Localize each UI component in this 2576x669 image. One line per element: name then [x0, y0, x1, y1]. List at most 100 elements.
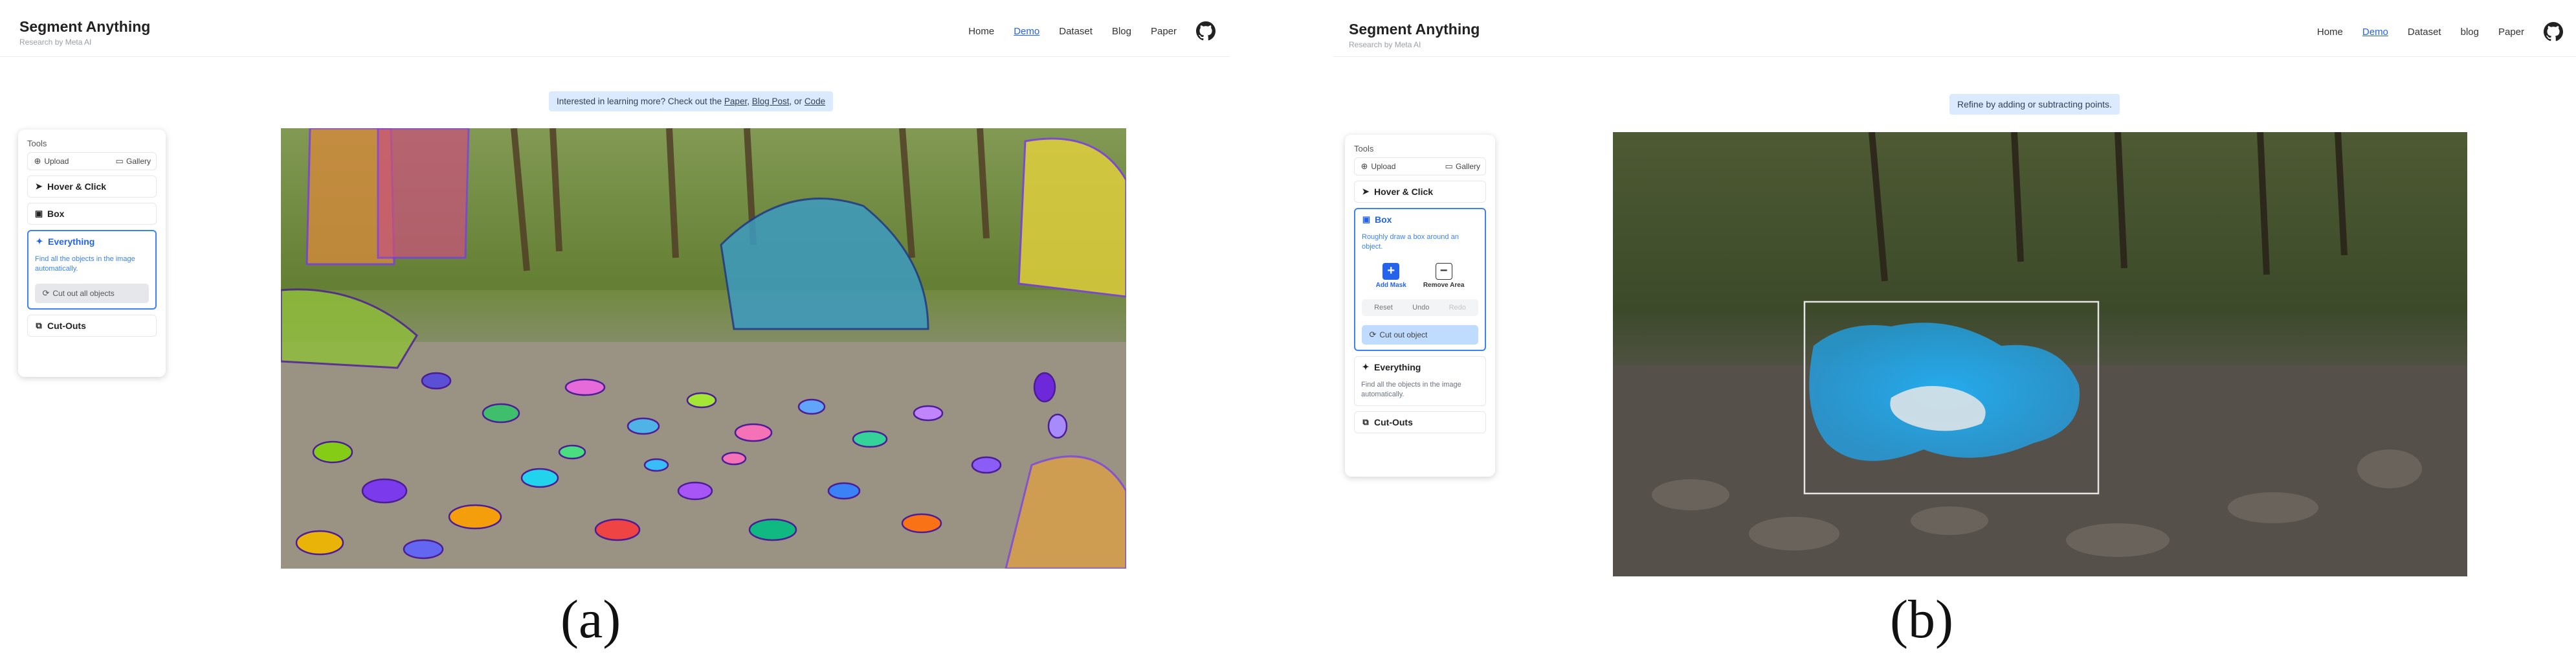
sparkle-icon: ✦ [36, 236, 43, 246]
cutouts-icon: ⧉ [1362, 416, 1369, 427]
nav-home[interactable]: Home [2317, 27, 2343, 38]
everything-description: Find all the objects in the image automa… [1361, 380, 1461, 399]
nav-paper[interactable]: Paper [2498, 27, 2524, 38]
hover-click-label: Hover & Click [1374, 187, 1434, 197]
box-label: Box [47, 209, 65, 219]
brand-title: Segment Anything [19, 18, 151, 35]
paper-link[interactable]: Paper [724, 96, 747, 106]
add-mask-label: Add Mask [1375, 281, 1406, 289]
gallery-icon: ▭ [1445, 161, 1453, 171]
upload-label: Upload [1371, 162, 1396, 171]
top-nav: Segment Anything Research by Meta AI Hom… [1333, 0, 2576, 57]
hover-click-tool[interactable]: ➤ Hover & Click [1354, 181, 1486, 203]
tools-panel: Tools ⊕ Upload ▭ Gallery ➤ Hover & Click… [18, 130, 166, 377]
nav-paper[interactable]: Paper [1151, 26, 1177, 37]
cut-outs-label: Cut-Outs [47, 320, 86, 331]
banner-text: Interested in learning more? Check out t… [557, 96, 722, 106]
everything-tool[interactable]: ✦ Everything Find all the objects in the… [1354, 356, 1486, 406]
cut-out-object-button[interactable]: ⟳ Cut out object [1362, 324, 1478, 345]
code-link[interactable]: Code [805, 96, 825, 106]
github-icon[interactable] [2544, 22, 2563, 41]
brand-title: Segment Anything [1349, 21, 1480, 38]
banner-separator: , or [789, 96, 803, 106]
panel-b-screenshot: Segment Anything Research by Meta AI Hom… [1333, 0, 2576, 583]
sparkle-icon: ✦ [1362, 361, 1370, 372]
everything-description: Find all the objects in the image automa… [35, 255, 135, 273]
gallery-icon: ▭ [115, 156, 124, 166]
upload-label: Upload [44, 157, 69, 166]
cutouts-icon: ⧉ [36, 320, 42, 330]
add-mask-button[interactable]: + Add Mask [1375, 262, 1406, 289]
nav-links: Home Demo Dataset Blog Paper [968, 21, 1216, 41]
box-prompt-image[interactable] [1613, 132, 2467, 576]
tools-panel: Tools ⊕ Upload ▭ Gallery ➤ Hover & Click… [1345, 135, 1495, 477]
everything-tool[interactable]: ✦ Everything Find all the objects in the… [27, 230, 157, 310]
cursor-icon: ➤ [1362, 187, 1370, 196]
nav-demo[interactable]: Demo [1014, 26, 1039, 37]
box-description: Roughly draw a box around an object. [1362, 233, 1459, 251]
cut-outs-label: Cut-Outs [1374, 416, 1413, 427]
github-icon[interactable] [1196, 21, 1216, 41]
remove-area-button[interactable]: − Remove Area [1423, 262, 1465, 289]
tools-label: Tools [27, 139, 47, 148]
box-icon: ▣ [34, 209, 43, 218]
nav-blog[interactable]: blog [2461, 27, 2479, 38]
everything-head: ✦ Everything [1361, 362, 1479, 372]
panel-a-screenshot: Segment Anything Research by Meta AI Hom… [0, 0, 1230, 583]
stream-scene-box-mask [1613, 132, 2467, 576]
box-label: Box [1375, 214, 1392, 225]
reset-undo-redo-row: Reset Undo Redo [1362, 299, 1478, 316]
reset-button[interactable]: Reset [1374, 304, 1393, 312]
redo-button[interactable]: Redo [1449, 304, 1466, 312]
blog-post-link[interactable]: Blog Post [752, 96, 790, 106]
add-remove-controls: + Add Mask − Remove Area [1362, 262, 1478, 289]
cursor-icon: ➤ [35, 181, 43, 191]
gallery-label: Gallery [126, 157, 151, 166]
cut-out-object-label: Cut out object [1379, 330, 1428, 339]
nav-dataset[interactable]: Dataset [2408, 27, 2441, 38]
remove-area-label: Remove Area [1423, 281, 1465, 289]
cut-outs-tool[interactable]: ⧉ Cut-Outs [27, 314, 157, 337]
upload-icon: ⊕ [1360, 161, 1368, 171]
nav-demo[interactable]: Demo [2362, 27, 2388, 38]
info-banner: Interested in learning more? Check out t… [549, 91, 834, 111]
upload-button[interactable]: ⊕ Upload [1360, 161, 1396, 172]
cut-outs-tool[interactable]: ⧉ Cut-Outs [1354, 411, 1486, 433]
upload-gallery-row: ⊕ Upload ▭ Gallery [1354, 157, 1486, 176]
scissors-icon: ⟳ [1369, 329, 1377, 339]
nav-links: Home Demo Dataset blog Paper [2317, 22, 2563, 41]
brand[interactable]: Segment Anything Research by Meta AI [1349, 21, 1480, 49]
gallery-button[interactable]: ▭ Gallery [1445, 161, 1480, 172]
box-tool[interactable]: ▣ Box Roughly draw a box around an objec… [1354, 208, 1486, 351]
minus-icon: − [1435, 262, 1452, 280]
nav-blog[interactable]: Blog [1112, 26, 1131, 37]
box-head: ▣ Box [1362, 214, 1478, 225]
hover-click-label: Hover & Click [47, 181, 107, 192]
everything-label: Everything [48, 236, 95, 247]
cut-out-all-label: Cut out all objects [52, 288, 115, 298]
caption-a: (a) [561, 589, 621, 650]
gallery-label: Gallery [1455, 162, 1480, 171]
brand-subtitle: Research by Meta AI [19, 38, 92, 47]
brand-subtitle: Research by Meta AI [1349, 40, 1421, 49]
nav-home[interactable]: Home [968, 26, 994, 37]
box-icon: ▣ [1362, 214, 1371, 224]
plus-icon: + [1382, 262, 1400, 280]
cut-out-all-button[interactable]: ⟳ Cut out all objects [35, 283, 149, 303]
upload-gallery-row: ⊕ Upload ▭ Gallery [27, 152, 157, 170]
everything-head: ✦ Everything [35, 236, 149, 247]
caption-b: (b) [1890, 589, 1953, 650]
scissors-icon: ⟳ [42, 288, 50, 298]
nav-dataset[interactable]: Dataset [1059, 26, 1093, 37]
box-tool[interactable]: ▣ Box [27, 203, 157, 225]
brand[interactable]: Segment Anything Research by Meta AI [19, 18, 150, 47]
segmented-image[interactable] [281, 128, 1126, 569]
gallery-button[interactable]: ▭ Gallery [115, 157, 151, 166]
upload-button[interactable]: ⊕ Upload [33, 157, 69, 166]
refine-banner: Refine by adding or subtracting points. [1949, 94, 2120, 115]
tools-label: Tools [1354, 144, 1374, 153]
undo-button[interactable]: Undo [1412, 304, 1429, 312]
top-nav: Segment Anything Research by Meta AI Hom… [0, 0, 1230, 57]
banner-separator: , [747, 96, 749, 106]
hover-click-tool[interactable]: ➤ Hover & Click [27, 176, 157, 198]
